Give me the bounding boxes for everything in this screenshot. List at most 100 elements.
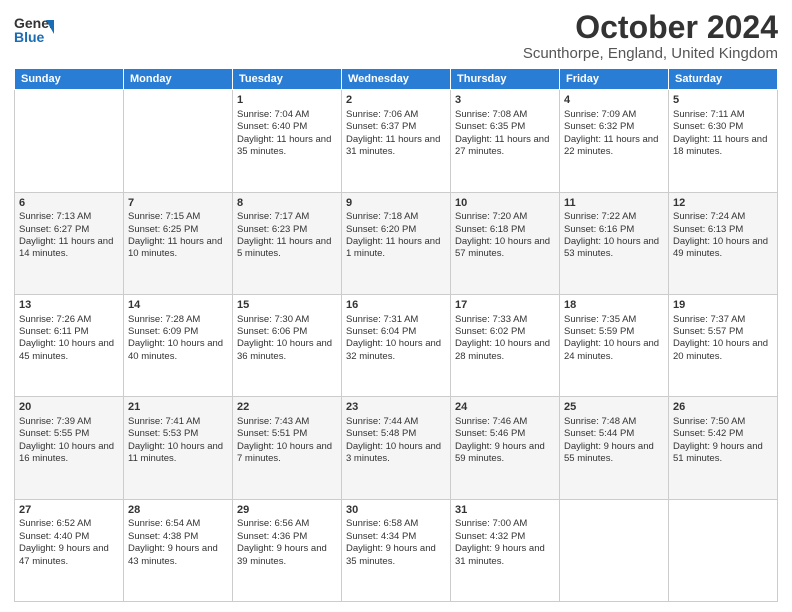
day-number: 12 (673, 196, 773, 211)
day-number: 21 (128, 400, 228, 415)
calendar-cell: 16Sunrise: 7:31 AM Sunset: 6:04 PM Dayli… (342, 294, 451, 396)
day-info: Sunrise: 7:06 AM Sunset: 6:37 PM Dayligh… (346, 109, 446, 158)
day-number: 28 (128, 503, 228, 518)
logo-icon: General Blue (14, 10, 54, 50)
day-info: Sunrise: 7:28 AM Sunset: 6:09 PM Dayligh… (128, 314, 228, 363)
day-info: Sunrise: 7:50 AM Sunset: 5:42 PM Dayligh… (673, 416, 773, 465)
calendar-cell: 6Sunrise: 7:13 AM Sunset: 6:27 PM Daylig… (15, 192, 124, 294)
day-info: Sunrise: 7:26 AM Sunset: 6:11 PM Dayligh… (19, 314, 119, 363)
day-info: Sunrise: 7:41 AM Sunset: 5:53 PM Dayligh… (128, 416, 228, 465)
calendar-cell (560, 499, 669, 601)
calendar-cell: 24Sunrise: 7:46 AM Sunset: 5:46 PM Dayli… (451, 397, 560, 499)
day-info: Sunrise: 7:11 AM Sunset: 6:30 PM Dayligh… (673, 109, 773, 158)
day-info: Sunrise: 7:30 AM Sunset: 6:06 PM Dayligh… (237, 314, 337, 363)
calendar-cell: 28Sunrise: 6:54 AM Sunset: 4:38 PM Dayli… (124, 499, 233, 601)
col-friday: Friday (560, 69, 669, 90)
day-number: 29 (237, 503, 337, 518)
day-info: Sunrise: 6:56 AM Sunset: 4:36 PM Dayligh… (237, 518, 337, 567)
day-number: 3 (455, 93, 555, 108)
calendar-cell: 13Sunrise: 7:26 AM Sunset: 6:11 PM Dayli… (15, 294, 124, 396)
calendar-week-row: 20Sunrise: 7:39 AM Sunset: 5:55 PM Dayli… (15, 397, 778, 499)
calendar-cell: 22Sunrise: 7:43 AM Sunset: 5:51 PM Dayli… (233, 397, 342, 499)
col-monday: Monday (124, 69, 233, 90)
calendar-cell: 30Sunrise: 6:58 AM Sunset: 4:34 PM Dayli… (342, 499, 451, 601)
svg-text:Blue: Blue (14, 29, 45, 45)
calendar-week-row: 1Sunrise: 7:04 AM Sunset: 6:40 PM Daylig… (15, 90, 778, 192)
calendar-cell: 9Sunrise: 7:18 AM Sunset: 6:20 PM Daylig… (342, 192, 451, 294)
calendar-header-row: Sunday Monday Tuesday Wednesday Thursday… (15, 69, 778, 90)
calendar-cell: 15Sunrise: 7:30 AM Sunset: 6:06 PM Dayli… (233, 294, 342, 396)
day-info: Sunrise: 7:22 AM Sunset: 6:16 PM Dayligh… (564, 211, 664, 260)
calendar-cell: 11Sunrise: 7:22 AM Sunset: 6:16 PM Dayli… (560, 192, 669, 294)
page: General Blue October 2024 Scunthorpe, En… (0, 0, 792, 612)
col-thursday: Thursday (451, 69, 560, 90)
day-number: 14 (128, 298, 228, 313)
calendar-cell: 19Sunrise: 7:37 AM Sunset: 5:57 PM Dayli… (669, 294, 778, 396)
day-info: Sunrise: 6:52 AM Sunset: 4:40 PM Dayligh… (19, 518, 119, 567)
day-number: 17 (455, 298, 555, 313)
day-number: 24 (455, 400, 555, 415)
day-info: Sunrise: 7:46 AM Sunset: 5:46 PM Dayligh… (455, 416, 555, 465)
calendar-cell: 23Sunrise: 7:44 AM Sunset: 5:48 PM Dayli… (342, 397, 451, 499)
calendar-week-row: 6Sunrise: 7:13 AM Sunset: 6:27 PM Daylig… (15, 192, 778, 294)
day-info: Sunrise: 7:04 AM Sunset: 6:40 PM Dayligh… (237, 109, 337, 158)
title-block: October 2024 Scunthorpe, England, United… (523, 10, 778, 62)
day-number: 18 (564, 298, 664, 313)
day-info: Sunrise: 7:44 AM Sunset: 5:48 PM Dayligh… (346, 416, 446, 465)
day-number: 4 (564, 93, 664, 108)
day-number: 25 (564, 400, 664, 415)
day-number: 13 (19, 298, 119, 313)
calendar-week-row: 27Sunrise: 6:52 AM Sunset: 4:40 PM Dayli… (15, 499, 778, 601)
day-number: 31 (455, 503, 555, 518)
day-info: Sunrise: 7:20 AM Sunset: 6:18 PM Dayligh… (455, 211, 555, 260)
day-number: 1 (237, 93, 337, 108)
day-info: Sunrise: 7:13 AM Sunset: 6:27 PM Dayligh… (19, 211, 119, 260)
day-number: 15 (237, 298, 337, 313)
day-number: 11 (564, 196, 664, 211)
day-info: Sunrise: 7:00 AM Sunset: 4:32 PM Dayligh… (455, 518, 555, 567)
calendar-table: Sunday Monday Tuesday Wednesday Thursday… (14, 68, 778, 602)
day-number: 22 (237, 400, 337, 415)
day-number: 23 (346, 400, 446, 415)
day-number: 2 (346, 93, 446, 108)
calendar-week-row: 13Sunrise: 7:26 AM Sunset: 6:11 PM Dayli… (15, 294, 778, 396)
location-subtitle: Scunthorpe, England, United Kingdom (523, 45, 778, 62)
day-number: 19 (673, 298, 773, 313)
calendar-cell: 7Sunrise: 7:15 AM Sunset: 6:25 PM Daylig… (124, 192, 233, 294)
day-number: 5 (673, 93, 773, 108)
col-saturday: Saturday (669, 69, 778, 90)
day-number: 7 (128, 196, 228, 211)
col-sunday: Sunday (15, 69, 124, 90)
day-info: Sunrise: 7:17 AM Sunset: 6:23 PM Dayligh… (237, 211, 337, 260)
month-year-title: October 2024 (523, 10, 778, 45)
calendar-cell (124, 90, 233, 192)
day-number: 16 (346, 298, 446, 313)
calendar-cell: 31Sunrise: 7:00 AM Sunset: 4:32 PM Dayli… (451, 499, 560, 601)
calendar-cell: 4Sunrise: 7:09 AM Sunset: 6:32 PM Daylig… (560, 90, 669, 192)
day-number: 9 (346, 196, 446, 211)
day-info: Sunrise: 7:37 AM Sunset: 5:57 PM Dayligh… (673, 314, 773, 363)
day-info: Sunrise: 7:35 AM Sunset: 5:59 PM Dayligh… (564, 314, 664, 363)
day-info: Sunrise: 7:15 AM Sunset: 6:25 PM Dayligh… (128, 211, 228, 260)
day-info: Sunrise: 7:24 AM Sunset: 6:13 PM Dayligh… (673, 211, 773, 260)
logo: General Blue (14, 10, 54, 50)
calendar-cell: 18Sunrise: 7:35 AM Sunset: 5:59 PM Dayli… (560, 294, 669, 396)
calendar-cell: 29Sunrise: 6:56 AM Sunset: 4:36 PM Dayli… (233, 499, 342, 601)
calendar-cell: 14Sunrise: 7:28 AM Sunset: 6:09 PM Dayli… (124, 294, 233, 396)
day-number: 27 (19, 503, 119, 518)
day-info: Sunrise: 7:18 AM Sunset: 6:20 PM Dayligh… (346, 211, 446, 260)
calendar-cell: 17Sunrise: 7:33 AM Sunset: 6:02 PM Dayli… (451, 294, 560, 396)
header: General Blue October 2024 Scunthorpe, En… (14, 10, 778, 62)
day-number: 30 (346, 503, 446, 518)
col-wednesday: Wednesday (342, 69, 451, 90)
day-number: 20 (19, 400, 119, 415)
day-number: 26 (673, 400, 773, 415)
day-number: 10 (455, 196, 555, 211)
calendar-cell: 1Sunrise: 7:04 AM Sunset: 6:40 PM Daylig… (233, 90, 342, 192)
day-info: Sunrise: 7:43 AM Sunset: 5:51 PM Dayligh… (237, 416, 337, 465)
calendar-cell (669, 499, 778, 601)
day-info: Sunrise: 7:39 AM Sunset: 5:55 PM Dayligh… (19, 416, 119, 465)
calendar-cell: 12Sunrise: 7:24 AM Sunset: 6:13 PM Dayli… (669, 192, 778, 294)
day-info: Sunrise: 7:31 AM Sunset: 6:04 PM Dayligh… (346, 314, 446, 363)
calendar-cell: 5Sunrise: 7:11 AM Sunset: 6:30 PM Daylig… (669, 90, 778, 192)
